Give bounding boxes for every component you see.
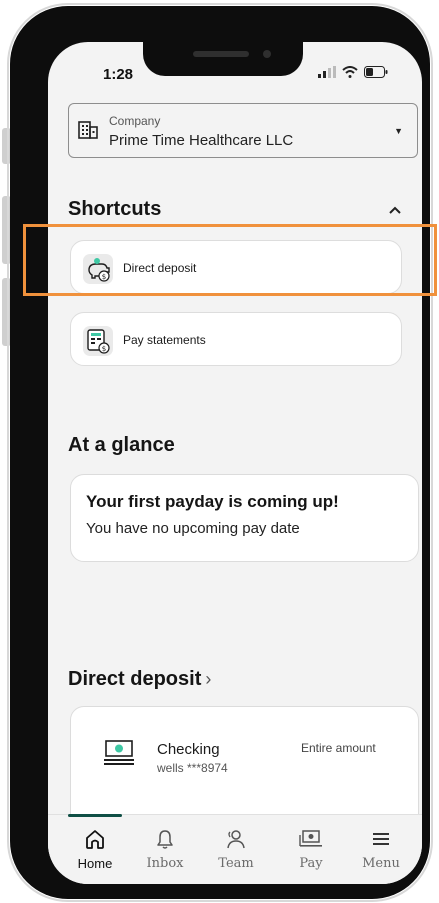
shortcut-label: Direct deposit (123, 261, 197, 275)
shortcut-pay-statements[interactable]: $ Pay statements (70, 312, 402, 366)
svg-text:$: $ (102, 345, 106, 353)
pay-statement-icon: $ (83, 326, 113, 356)
tab-label: Team (218, 856, 254, 871)
direct-deposit-title[interactable]: Direct deposit › (68, 668, 211, 691)
home-icon (86, 830, 104, 849)
status-icons (318, 66, 388, 78)
svg-text:$: $ (102, 273, 106, 281)
tab-menu[interactable]: Menu (348, 828, 414, 871)
shortcut-direct-deposit[interactable]: $ Direct deposit (70, 240, 402, 294)
wifi-icon (342, 66, 358, 78)
amount-label: Entire amount (301, 741, 376, 755)
battery-icon (364, 66, 388, 78)
tab-inbox[interactable]: Inbox (132, 828, 198, 871)
caret-down-icon: ▼ (394, 126, 403, 136)
app-screen: 1:28 Company Prime Time Healthcare LLC ▼… (48, 42, 422, 884)
tab-home[interactable]: Home (62, 828, 128, 871)
signal-icon (318, 66, 336, 78)
active-tab-indicator (68, 814, 122, 817)
payday-card: Your first payday is coming up! You have… (70, 474, 419, 562)
notch (143, 42, 303, 76)
building-icon (78, 121, 98, 139)
account-name: Checking (157, 741, 220, 758)
tab-team[interactable]: Team (203, 828, 269, 871)
bank-account-icon (104, 740, 134, 765)
bell-icon (157, 830, 173, 849)
status-time: 1:28 (103, 66, 134, 83)
direct-deposit-title-text: Direct deposit (68, 668, 202, 690)
pay-icon (299, 830, 322, 847)
camera (263, 50, 271, 58)
shortcuts-title: Shortcuts (68, 198, 162, 220)
stage: 1:28 Company Prime Time Healthcare LLC ▼… (0, 0, 439, 903)
phone-frame: 1:28 Company Prime Time Healthcare LLC ▼… (7, 3, 433, 902)
payday-card-title: Your first payday is coming up! (86, 492, 339, 511)
company-selector[interactable]: Company Prime Time Healthcare LLC ▼ (68, 103, 418, 158)
tab-pay[interactable]: Pay (278, 828, 344, 871)
team-icon (227, 830, 245, 849)
chevron-up-icon[interactable] (388, 205, 402, 215)
tab-label: Home (77, 856, 113, 871)
account-detail: wells ***8974 (157, 761, 228, 775)
company-value: Prime Time Healthcare LLC (109, 132, 294, 149)
speaker (193, 51, 249, 57)
menu-icon (373, 833, 389, 845)
tab-label: Inbox (146, 856, 184, 871)
shortcut-label: Pay statements (123, 333, 206, 347)
piggy-bank-icon: $ (83, 254, 113, 284)
company-caption: Company (109, 114, 161, 128)
tab-label: Pay (299, 856, 323, 871)
tab-label: Menu (362, 856, 400, 871)
payday-card-text: You have no upcoming pay date (86, 520, 300, 537)
chevron-right-icon: › (205, 669, 212, 689)
glance-title: At a glance (68, 434, 175, 456)
